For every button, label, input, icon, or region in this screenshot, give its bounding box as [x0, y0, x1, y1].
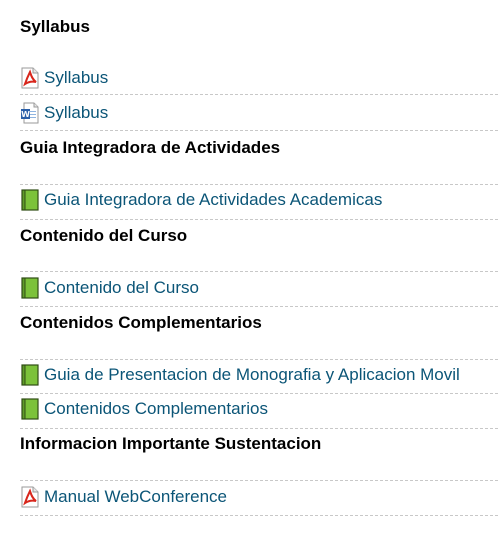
- divider: [20, 94, 498, 95]
- resource-item-syllabus-pdf[interactable]: Syllabus: [20, 62, 498, 94]
- section-title-informacion-sustentacion: Informacion Importante Sustentacion: [20, 434, 322, 453]
- pdf-icon: [20, 67, 40, 89]
- book-icon: [20, 277, 40, 299]
- resource-item-syllabus-word[interactable]: W Syllabus: [20, 97, 498, 129]
- divider: [20, 515, 498, 516]
- divider: [20, 219, 498, 220]
- divider: [20, 428, 498, 429]
- resource-link[interactable]: Contenido del Curso: [44, 278, 199, 298]
- word-document-icon: W: [20, 102, 40, 124]
- divider: [20, 130, 498, 131]
- book-icon: [20, 364, 40, 386]
- resource-link[interactable]: Syllabus: [44, 103, 108, 123]
- resource-item-guia-integradora[interactable]: Guia Integradora de Actividades Academic…: [20, 184, 498, 216]
- section-title-contenidos-complementarios: Contenidos Complementarios: [20, 313, 262, 332]
- resource-item-contenido-curso[interactable]: Contenido del Curso: [20, 272, 498, 304]
- resource-link[interactable]: Manual WebConference: [44, 487, 227, 507]
- resource-item-contenidos-complementarios[interactable]: Contenidos Complementarios: [20, 393, 498, 425]
- svg-text:W: W: [21, 110, 30, 119]
- section-title-contenido-curso: Contenido del Curso: [20, 226, 188, 245]
- resource-link[interactable]: Guia de Presentacion de Monografia y Apl…: [44, 365, 460, 385]
- resource-link[interactable]: Syllabus: [44, 68, 108, 88]
- resource-item-guia-monografia[interactable]: Guia de Presentacion de Monografia y Apl…: [20, 359, 498, 391]
- resource-item-manual-webconference[interactable]: Manual WebConference: [20, 481, 498, 513]
- pdf-icon: [20, 486, 40, 508]
- divider: [20, 306, 498, 307]
- resource-link[interactable]: Contenidos Complementarios: [44, 399, 268, 419]
- resource-link[interactable]: Guia Integradora de Actividades Academic…: [44, 190, 382, 210]
- section-title-syllabus: Syllabus: [20, 17, 90, 36]
- section-title-guia-integradora: Guia Integradora de Actividades: [20, 138, 281, 157]
- book-icon: [20, 189, 40, 211]
- book-icon: [20, 398, 40, 420]
